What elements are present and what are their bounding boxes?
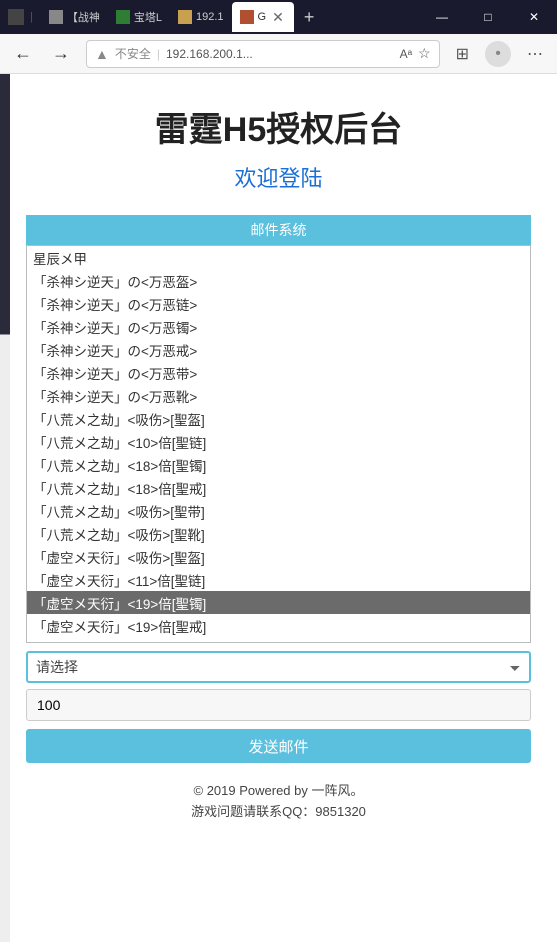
list-item[interactable]: 「杀神シ逆天」の<万恶戒>: [27, 338, 530, 361]
address-bar[interactable]: ▲ 不安全 | 192.168.200.1... Aᵃ ☆: [86, 40, 440, 68]
url-text: 192.168.200.1...: [166, 47, 253, 61]
warning-icon: ▲: [95, 46, 109, 62]
favorite-icon[interactable]: ☆: [418, 45, 431, 62]
list-item[interactable]: 「杀神シ逆天」の<万恶镯>: [27, 315, 530, 338]
list-item[interactable]: 「杀神シ逆天」の<万恶带>: [27, 361, 530, 384]
extensions-icon[interactable]: ⊞: [452, 40, 473, 68]
close-icon[interactable]: ✕: [270, 9, 286, 26]
list-item[interactable]: 「虚空メ天衍」<吸伤>[聖带]: [27, 637, 530, 643]
list-item[interactable]: 「杀神シ逆天」の<万恶链>: [27, 292, 530, 315]
list-item[interactable]: 「虚空メ天衍」<19>倍[聖戒]: [27, 614, 530, 637]
tab-0[interactable]: 【战神: [41, 2, 108, 32]
list-item[interactable]: 「虚空メ天衍」<19>倍[聖镯]: [27, 591, 530, 614]
new-tab-button[interactable]: +: [294, 7, 325, 28]
browser-toolbar: ← → ▲ 不安全 | 192.168.200.1... Aᵃ ☆ ⊞ • ⋯: [0, 34, 557, 74]
list-item[interactable]: 「虚空メ天衍」<11>倍[聖链]: [27, 568, 530, 591]
divider: |: [30, 11, 33, 23]
quantity-input[interactable]: [26, 689, 531, 721]
list-item[interactable]: 「八荒メ之劫」<吸伤>[聖带]: [27, 499, 530, 522]
tab-3-active[interactable]: G ✕: [232, 2, 294, 32]
tab-2[interactable]: 192.1: [170, 2, 232, 32]
reader-icon[interactable]: Aᵃ: [400, 47, 412, 61]
app-icon: [8, 9, 24, 25]
page-subtitle[interactable]: 欢迎登陆: [26, 161, 531, 215]
browser-tabs: 【战神 宝塔L 192.1 G ✕ +: [41, 2, 324, 32]
tab-1[interactable]: 宝塔L: [108, 2, 170, 32]
list-item[interactable]: 「八荒メ之劫」<吸伤>[聖盔]: [27, 407, 530, 430]
forward-button[interactable]: →: [48, 39, 74, 68]
select-dropdown[interactable]: 请选择: [26, 651, 531, 683]
divider: |: [157, 47, 160, 61]
minimize-button[interactable]: —: [419, 0, 465, 34]
list-item[interactable]: 「八荒メ之劫」<吸伤>[聖靴]: [27, 522, 530, 545]
list-item[interactable]: 「八荒メ之劫」<10>倍[聖链]: [27, 430, 530, 453]
list-item[interactable]: 「八荒メ之劫」<18>倍[聖戒]: [27, 476, 530, 499]
footer-line1: © 2019 Powered by 一阵风。: [26, 781, 531, 802]
list-item[interactable]: 「杀神シ逆天」の<万恶靴>: [27, 384, 530, 407]
window-titlebar: | 【战神 宝塔L 192.1 G ✕ + — □ ✕: [0, 0, 557, 34]
maximize-button[interactable]: □: [465, 0, 511, 34]
list-item[interactable]: 「杀神シ逆天」の<万恶盔>: [27, 269, 530, 292]
back-button[interactable]: ←: [10, 39, 36, 68]
item-listbox[interactable]: 星辰メ甲「杀神シ逆天」の<万恶盔>「杀神シ逆天」の<万恶链>「杀神シ逆天」の<万…: [26, 245, 531, 643]
left-edge-strip: [0, 74, 10, 942]
footer: © 2019 Powered by 一阵风。 游戏问题请联系QQ：9851320: [26, 781, 531, 823]
panel-header: 邮件系统: [26, 215, 531, 245]
menu-icon[interactable]: ⋯: [523, 40, 547, 68]
window-close-button[interactable]: ✕: [511, 0, 557, 34]
insecure-label: 不安全: [115, 45, 151, 62]
page-content: 雷霆H5授权后台 欢迎登陆 邮件系统 星辰メ甲「杀神シ逆天」の<万恶盔>「杀神シ…: [0, 74, 557, 942]
list-item[interactable]: 星辰メ甲: [27, 246, 530, 269]
profile-avatar[interactable]: •: [485, 41, 511, 67]
page-title: 雷霆H5授权后台: [26, 74, 531, 161]
footer-line2: 游戏问题请联系QQ：9851320: [26, 802, 531, 823]
list-item[interactable]: 「虚空メ天衍」<吸伤>[聖盔]: [27, 545, 530, 568]
list-item[interactable]: 「八荒メ之劫」<18>倍[聖镯]: [27, 453, 530, 476]
send-button[interactable]: 发送邮件: [26, 729, 531, 763]
